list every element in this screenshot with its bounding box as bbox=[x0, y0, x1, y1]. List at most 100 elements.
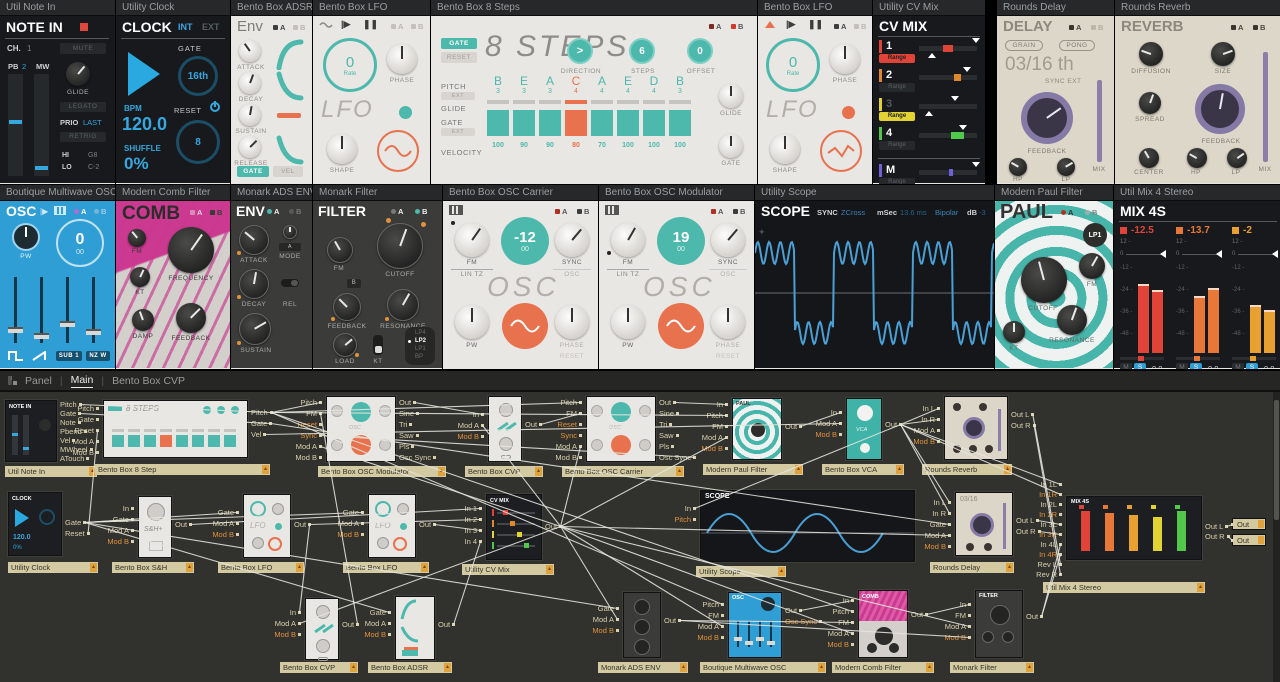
input-port-pitch[interactable]: Pitch bbox=[520, 398, 582, 407]
ab-toggle-b[interactable]: B bbox=[854, 22, 866, 31]
input-port-in-4r[interactable]: In 4R bbox=[1000, 550, 1062, 559]
pitchbend-range[interactable]: 2 bbox=[22, 62, 26, 71]
pitch-ext-button[interactable]: EXT bbox=[441, 92, 475, 100]
input-port-gate[interactable]: Gate bbox=[72, 515, 134, 524]
hi-value[interactable]: G8 bbox=[88, 152, 97, 159]
module-monark-filter[interactable]: FILTER bbox=[975, 590, 1023, 658]
reset-label[interactable]: RESET bbox=[551, 353, 593, 360]
gate-ext-button[interactable]: EXT bbox=[441, 128, 475, 136]
input-port-in-3r[interactable]: In 3R bbox=[1000, 530, 1062, 539]
step-octave[interactable]: 4 bbox=[565, 88, 587, 95]
tune-knob[interactable]: -12 00 bbox=[501, 217, 549, 265]
gain-value[interactable]: 0.0 bbox=[1208, 364, 1218, 369]
module-label[interactable]: Utility Clock▴ bbox=[8, 562, 98, 573]
mix-slider[interactable] bbox=[1263, 52, 1268, 162]
module-label[interactable]: Bento Box CVP▴ bbox=[280, 662, 358, 673]
input-port-mod-b[interactable]: Mod B bbox=[792, 640, 854, 649]
delay-time-value[interactable]: 03/16 th bbox=[1005, 54, 1074, 76]
sync-knob[interactable] bbox=[711, 223, 745, 257]
module-label[interactable]: Bento Box LFO▴ bbox=[343, 562, 429, 573]
pw-knob[interactable] bbox=[611, 305, 645, 339]
step-velocity[interactable]: 100 bbox=[617, 142, 639, 149]
fm-knob[interactable] bbox=[611, 223, 645, 257]
module-label[interactable]: Util Note In▴ bbox=[5, 466, 97, 477]
input-port-reset[interactable]: Reset bbox=[37, 426, 99, 435]
block-bento-lfo-1[interactable]: Bento Box LFO |▶ ❚❚ A B 0 Rate PHASE LFO bbox=[313, 0, 430, 184]
output-port-out[interactable]: Out bbox=[438, 620, 500, 629]
block-header[interactable]: Utility Scope bbox=[755, 185, 994, 201]
structure-scrollbar[interactable] bbox=[1273, 392, 1280, 682]
cv-range-button[interactable]: Range bbox=[879, 54, 915, 63]
msec-value[interactable]: 13.6 ms bbox=[900, 208, 927, 217]
step-note[interactable]: B bbox=[487, 74, 509, 88]
cutoff-knob[interactable] bbox=[377, 223, 423, 269]
step-note[interactable]: A bbox=[591, 74, 613, 88]
step-velocity[interactable]: 100 bbox=[669, 142, 691, 149]
phase-knob[interactable] bbox=[830, 44, 860, 74]
cv-marker-down[interactable] bbox=[951, 96, 959, 101]
input-port-fm[interactable]: FM bbox=[792, 618, 854, 627]
step-octave[interactable]: 4 bbox=[617, 88, 639, 95]
lp-knob[interactable] bbox=[1227, 148, 1247, 168]
cv-level-slider[interactable] bbox=[919, 170, 977, 175]
input-port-mod-a[interactable]: Mod A bbox=[37, 437, 99, 446]
input-port-mod-a[interactable]: Mod A bbox=[302, 519, 364, 528]
input-port-pitch[interactable]: Pitch bbox=[662, 600, 724, 609]
input-port-mod-b[interactable]: Mod B bbox=[72, 537, 134, 546]
input-port-mod-b[interactable]: Mod B bbox=[520, 453, 582, 462]
input-port-mod-a[interactable]: Mod A bbox=[260, 442, 322, 451]
legato-button[interactable]: LEGATO bbox=[60, 102, 106, 112]
phase-knob[interactable] bbox=[387, 44, 417, 74]
wave-slider-3[interactable] bbox=[66, 277, 69, 343]
step-glide-bar[interactable] bbox=[565, 100, 587, 104]
shuffle-value[interactable]: 0% bbox=[124, 154, 149, 174]
input-port-reset[interactable]: Reset bbox=[520, 420, 582, 429]
gain-strip-handle[interactable] bbox=[1138, 356, 1144, 361]
module-label[interactable]: Utility Scope▴ bbox=[696, 566, 786, 577]
input-port-in[interactable]: In bbox=[634, 504, 696, 513]
input-port-in-2r[interactable]: In 2R bbox=[1000, 510, 1062, 519]
decay-knob[interactable] bbox=[239, 72, 261, 94]
load-knob[interactable] bbox=[333, 333, 357, 357]
wave-slider-1[interactable] bbox=[14, 277, 17, 343]
input-port-gate[interactable]: Gate bbox=[889, 520, 951, 529]
input-port-mod-a[interactable]: Mod A bbox=[666, 433, 728, 442]
input-port-mod-a[interactable]: Mod A bbox=[520, 442, 582, 451]
mute-button[interactable]: MUTE bbox=[60, 43, 106, 54]
ab-toggle-a[interactable]: A bbox=[709, 22, 721, 31]
input-port-in-1l[interactable]: In 1L bbox=[1000, 480, 1062, 489]
gain-value[interactable]: 0.0 bbox=[1152, 364, 1162, 369]
step-gate-cell[interactable] bbox=[539, 110, 561, 136]
input-port-fm[interactable]: FM bbox=[666, 422, 728, 431]
block-modern-paul[interactable]: Modern Paul Filter PAUL A B LP1 CUTOFF F… bbox=[995, 185, 1113, 369]
fm-knob[interactable] bbox=[1079, 253, 1105, 279]
resonance-knob[interactable] bbox=[1057, 305, 1087, 335]
module-label[interactable]: Util Mix 4 Stereo▴ bbox=[1043, 582, 1205, 593]
module-label[interactable]: Boutique Multiwave OSC▴ bbox=[700, 662, 826, 673]
diffusion-knob[interactable] bbox=[1139, 42, 1163, 66]
cv-marker-down[interactable] bbox=[972, 162, 980, 167]
breadcrumb-bento-cvp[interactable]: Bento Box CVP bbox=[112, 375, 185, 387]
sustain-knob[interactable] bbox=[239, 313, 271, 345]
module-bento-box-cvp[interactable] bbox=[488, 396, 522, 462]
kt-knob[interactable] bbox=[1003, 321, 1025, 343]
keys-icon[interactable] bbox=[54, 206, 66, 215]
hp-knob[interactable] bbox=[1009, 158, 1027, 176]
input-port-mod-b[interactable]: Mod B bbox=[302, 530, 364, 539]
block-header[interactable]: Bento Box ADSR bbox=[231, 0, 312, 16]
polarity-dot[interactable] bbox=[842, 106, 855, 119]
cv-level-slider[interactable] bbox=[919, 75, 977, 80]
module-rounds-reverb[interactable] bbox=[944, 396, 1008, 460]
module-util-mix-4-stereo[interactable]: MIX 4S bbox=[1066, 496, 1202, 560]
input-port-mod-a[interactable]: Mod A bbox=[662, 622, 724, 631]
ab-toggle-a[interactable]: A bbox=[1231, 23, 1243, 32]
output-port-out-r[interactable]: Out R bbox=[1011, 421, 1073, 430]
module-utility-scope[interactable]: SCOPE bbox=[700, 490, 915, 562]
step-velocity[interactable]: 80 bbox=[565, 142, 587, 149]
input-port-mod-b[interactable]: Mod B bbox=[37, 448, 99, 457]
input-port-in-4[interactable]: In 4 bbox=[420, 537, 482, 546]
input-port-gate[interactable]: Gate bbox=[302, 508, 364, 517]
feedback-knob[interactable] bbox=[1021, 92, 1073, 144]
step-glide-bar[interactable] bbox=[591, 100, 613, 104]
module-label[interactable]: Monark ADS ENV▴ bbox=[598, 662, 688, 673]
